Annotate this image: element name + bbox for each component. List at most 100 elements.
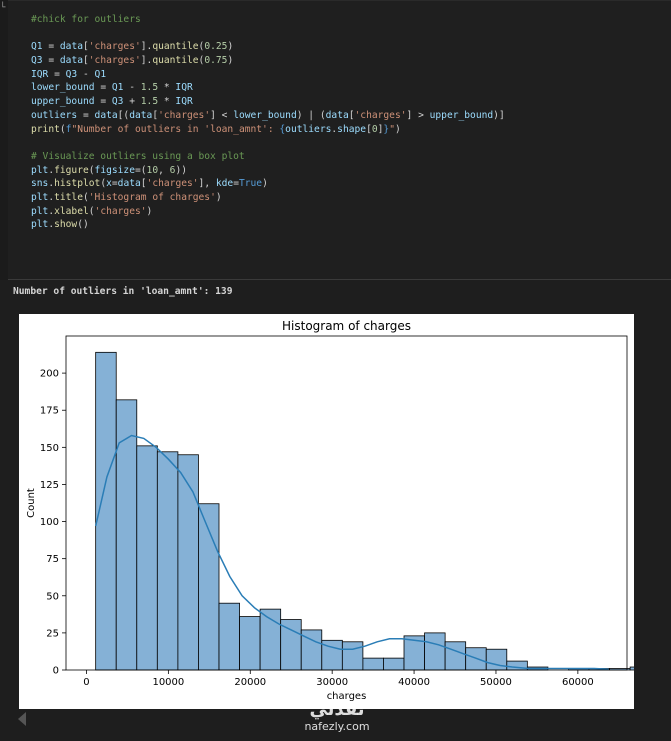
y-tick-label: 75 bbox=[46, 554, 59, 565]
code-token: kde bbox=[215, 178, 234, 190]
watermark-logo: نفذلي bbox=[309, 699, 365, 720]
y-tick-label: 175 bbox=[40, 406, 59, 417]
code-token: ) bbox=[146, 205, 153, 217]
code-token: () bbox=[77, 219, 89, 231]
code-token: 'charges' bbox=[88, 55, 141, 67]
y-tick-label: 0 bbox=[53, 666, 59, 677]
code-token: plt bbox=[31, 219, 49, 231]
code-line: plt.title('Histogram of charges') bbox=[31, 191, 505, 205]
scroll-left-icon[interactable] bbox=[18, 712, 26, 726]
code-token: ] < bbox=[210, 109, 234, 121]
y-tick-label: 25 bbox=[46, 628, 59, 639]
histogram-bar bbox=[218, 602, 240, 671]
code-token: upper_bound bbox=[429, 109, 494, 121]
watermark-text: nafezly.com bbox=[304, 720, 370, 733]
code-token: sns bbox=[31, 178, 49, 190]
code-token: IQR bbox=[175, 96, 193, 108]
x-tick-label: 50000 bbox=[480, 677, 512, 688]
code-token: ) | ( bbox=[296, 109, 326, 121]
code-token: data bbox=[117, 178, 141, 190]
code-token: )) bbox=[175, 164, 188, 176]
y-tick-label: 100 bbox=[40, 517, 59, 528]
code-token: - bbox=[123, 82, 141, 94]
code-token: ]. bbox=[140, 55, 153, 67]
code-line: IQR = Q3 - Q1 bbox=[31, 68, 505, 82]
histogram-bar bbox=[444, 641, 467, 671]
code-token: ) bbox=[227, 41, 234, 53]
cell-gutter bbox=[0, 0, 8, 280]
code-token: figure bbox=[54, 164, 89, 176]
code-token: ]. bbox=[140, 41, 153, 53]
code-token: 10 bbox=[146, 164, 159, 176]
code-token: =( bbox=[134, 164, 147, 176]
code-token: 0.25 bbox=[204, 41, 228, 53]
x-tick-label: 30000 bbox=[316, 677, 348, 688]
histogram-bar bbox=[362, 657, 384, 671]
histogram-bar bbox=[115, 399, 138, 671]
code-token: - bbox=[77, 68, 95, 80]
histogram-bar bbox=[424, 632, 446, 671]
code-token: upper_bound bbox=[31, 96, 95, 108]
histogram-bar bbox=[485, 648, 508, 671]
histogram-bar bbox=[156, 451, 179, 671]
code-token: 'charges' bbox=[354, 109, 407, 121]
code-token: ) bbox=[215, 191, 222, 203]
code-token: + bbox=[123, 96, 141, 108]
code-token: plt bbox=[31, 191, 49, 203]
x-tick-label: 10000 bbox=[152, 677, 184, 688]
code-token: data bbox=[325, 109, 349, 121]
code-token: = bbox=[42, 55, 60, 67]
code-token: #chick for outliers bbox=[31, 14, 141, 25]
code-token: * bbox=[158, 82, 176, 94]
code-token: = bbox=[77, 109, 95, 121]
x-tick-label: 20000 bbox=[234, 677, 266, 688]
code-line: sns.histplot(x=data['charges'], kde=True… bbox=[31, 177, 505, 191]
code-token: IQR bbox=[175, 82, 193, 94]
code-line: Q3 = data['charges'].quantile(0.75) bbox=[31, 54, 505, 68]
code-token: show bbox=[54, 219, 78, 231]
code-cell[interactable]: #chick for outliers Q1 = data['charges'].… bbox=[8, 0, 671, 280]
y-tick-label: 150 bbox=[40, 443, 59, 454]
code-token: = bbox=[48, 68, 66, 80]
code-token: Q1 bbox=[111, 82, 124, 94]
code-token: 'charges' bbox=[146, 178, 199, 190]
code-token: histplot bbox=[54, 178, 101, 190]
x-tick-label: 0 bbox=[83, 677, 89, 688]
code-token: data bbox=[59, 55, 83, 67]
code-line: plt.figure(figsize=(10, 6)) bbox=[31, 164, 505, 178]
code-token: title bbox=[54, 191, 83, 203]
y-axis-label: Count bbox=[26, 488, 37, 518]
code-token: 'charges' bbox=[158, 109, 211, 121]
code-token: Q3 bbox=[65, 68, 78, 80]
code-token: quantile bbox=[152, 41, 199, 53]
code-token: lower_bound bbox=[31, 82, 95, 94]
code-token: plt bbox=[31, 205, 49, 217]
x-tick-label: 60000 bbox=[562, 677, 594, 688]
code-token: 'charges' bbox=[88, 41, 141, 53]
code-line: plt.xlabel('charges') bbox=[31, 205, 505, 219]
code-token: 'charges' bbox=[94, 205, 147, 217]
code-token: = bbox=[94, 96, 112, 108]
histogram-bar bbox=[239, 616, 261, 671]
watermark: نفذلي nafezly.com bbox=[297, 700, 377, 734]
histogram-figure: 0 10000 20000 30000 40000 50000 60000 0 25 50 75 10… bbox=[19, 314, 652, 709]
x-tick-label: 40000 bbox=[398, 677, 430, 688]
code-token: figsize bbox=[94, 164, 135, 176]
collapse-corner-icon[interactable]: └ bbox=[0, 4, 8, 13]
y-tick-label: 50 bbox=[46, 591, 59, 602]
code-token: outliers bbox=[31, 109, 78, 121]
code-token: "Number of outliers in 'loan_amnt': bbox=[71, 123, 280, 135]
code-token: 1.5 bbox=[140, 96, 159, 108]
histogram-bar bbox=[341, 641, 364, 671]
code-token: ) bbox=[262, 178, 268, 190]
y-tick-label: 200 bbox=[40, 369, 59, 380]
code-editor[interactable]: #chick for outliers Q1 = data['charges'].… bbox=[31, 13, 505, 232]
histogram-chart: 0 10000 20000 30000 40000 50000 60000 0 25 50 75 10… bbox=[26, 319, 652, 702]
chart-title: Histogram of charges bbox=[282, 319, 411, 333]
code-token: )] bbox=[493, 109, 505, 121]
code-token: Q3 bbox=[111, 96, 124, 108]
code-line: #chick for outliers bbox=[31, 13, 505, 27]
code-token: Q1 bbox=[31, 41, 43, 53]
